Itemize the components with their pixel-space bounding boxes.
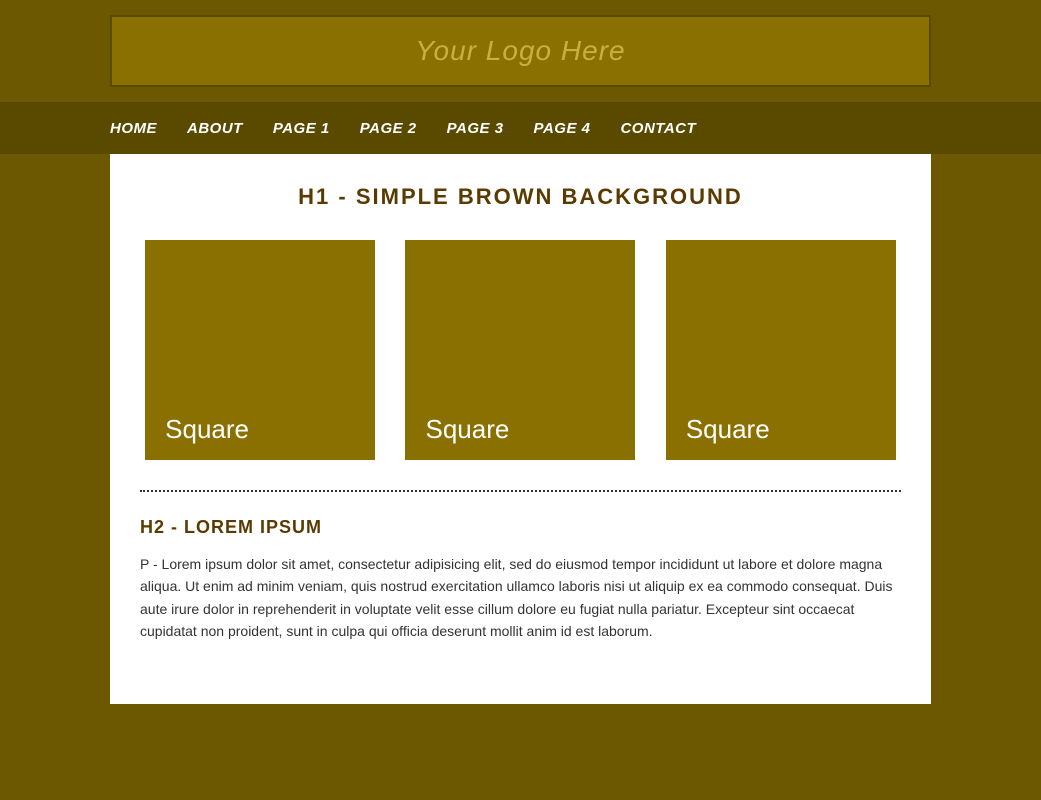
nav-item-page3[interactable]: PAGE 3 <box>447 120 504 137</box>
square-label-1: Square <box>165 414 249 445</box>
logo-box: Your Logo Here <box>110 15 931 87</box>
nav-item-page4[interactable]: PAGE 4 <box>534 120 591 137</box>
nav-item-page2[interactable]: PAGE 2 <box>360 120 417 137</box>
nav-item-page1[interactable]: PAGE 1 <box>273 120 330 137</box>
content-area: H1 - SIMPLE BROWN BACKGROUND SquareSquar… <box>110 154 931 704</box>
logo-text: Your Logo Here <box>415 35 625 66</box>
page-title: H1 - SIMPLE BROWN BACKGROUND <box>140 184 901 210</box>
square-box-2: Square <box>405 240 635 460</box>
nav-item-contact[interactable]: CONTACT <box>620 120 696 137</box>
square-box-3: Square <box>666 240 896 460</box>
nav-item-home[interactable]: HOME <box>110 120 157 137</box>
square-label-2: Square <box>425 414 509 445</box>
square-box-1: Square <box>145 240 375 460</box>
header: Your Logo Here <box>0 0 1041 102</box>
h2-title: H2 - LOREM IPSUM <box>140 517 901 538</box>
main-content: H1 - SIMPLE BROWN BACKGROUND SquareSquar… <box>0 154 1041 744</box>
body-text: P - Lorem ipsum dolor sit amet, consecte… <box>140 553 901 643</box>
squares-container: Square Square Square <box>140 240 901 460</box>
square-label-3: Square <box>686 414 770 445</box>
navigation: HOME ABOUT PAGE 1 PAGE 2 PAGE 3 PAGE 4 CONTACT <box>0 102 1041 154</box>
nav-item-about[interactable]: ABOUT <box>187 120 243 137</box>
divider <box>140 490 901 492</box>
